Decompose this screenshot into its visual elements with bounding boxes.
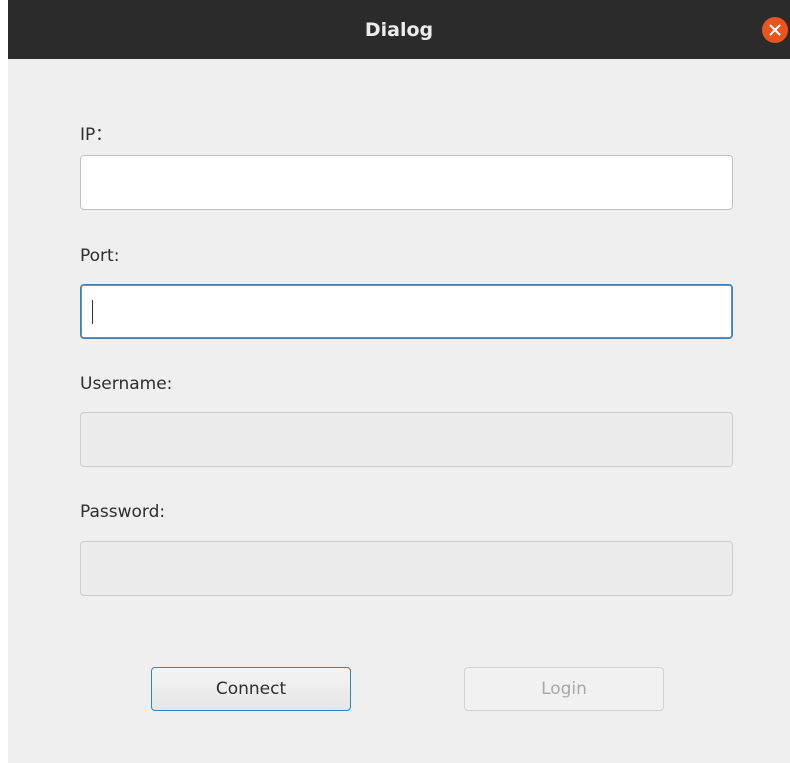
username-input[interactable]: [80, 412, 733, 467]
window-title: Dialog: [364, 19, 434, 41]
connect-button[interactable]: Connect: [151, 667, 351, 711]
login-button[interactable]: Login: [464, 667, 664, 711]
close-icon: [769, 24, 781, 36]
password-label: Password:: [80, 502, 166, 522]
title-bar: Dialog: [8, 0, 790, 59]
ip-input[interactable]: [80, 155, 733, 210]
text-caret: [92, 300, 93, 324]
port-label: Port:: [80, 246, 120, 266]
port-input[interactable]: [80, 284, 733, 339]
ip-label: IP：: [80, 125, 113, 145]
password-input[interactable]: [80, 541, 733, 596]
close-button[interactable]: [762, 17, 788, 43]
username-label: Username:: [80, 374, 173, 394]
dialog-window: Dialog IP： Port: Username: Password: Con…: [8, 0, 790, 763]
